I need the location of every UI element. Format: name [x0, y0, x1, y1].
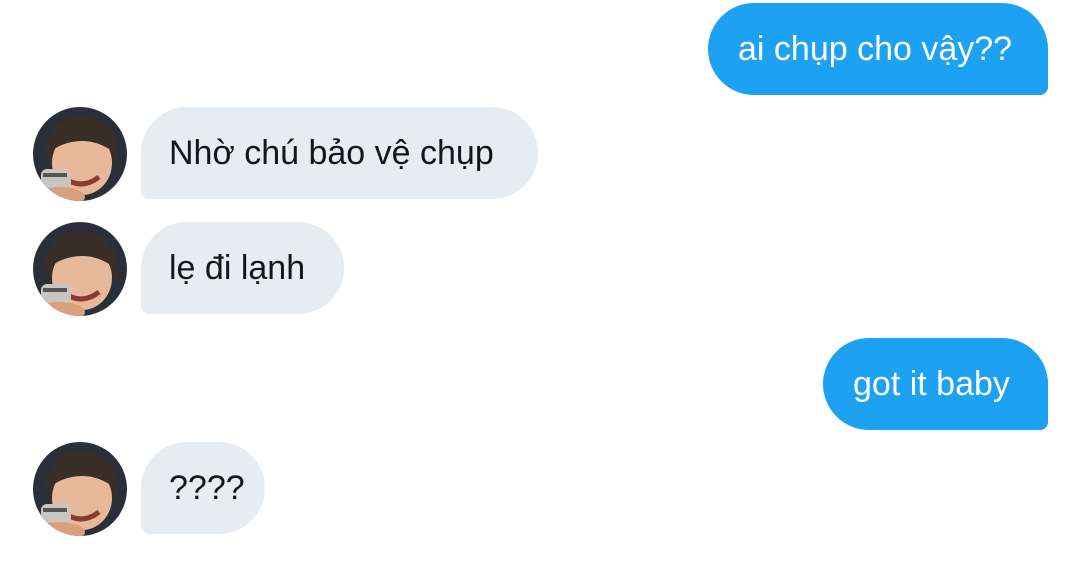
message-text: Nhờ chú bảo vệ chụp [169, 134, 494, 172]
message-thread: ai chụp cho vậy?? Nhờ chú bảo vệ chụp lẹ… [0, 0, 1080, 567]
contact-avatar[interactable] [33, 222, 127, 316]
contact-avatar[interactable] [33, 107, 127, 201]
avatar-photo-icon [33, 442, 127, 536]
sent-message-bubble[interactable]: ai chụp cho vậy?? [708, 3, 1048, 95]
message-text: ai chụp cho vậy?? [738, 30, 1013, 68]
avatar-photo-icon [33, 107, 127, 201]
message-text: lẹ đi lạnh [169, 249, 306, 287]
message-text: ???? [169, 469, 245, 507]
received-message-bubble[interactable]: ???? [141, 442, 265, 534]
message-text: got it baby [853, 365, 1010, 403]
sent-message-bubble[interactable]: got it baby [823, 338, 1048, 430]
received-message-bubble[interactable]: lẹ đi lạnh [141, 222, 344, 314]
avatar-photo-icon [33, 222, 127, 316]
contact-avatar[interactable] [33, 442, 127, 536]
received-message-bubble[interactable]: Nhờ chú bảo vệ chụp [141, 107, 538, 199]
